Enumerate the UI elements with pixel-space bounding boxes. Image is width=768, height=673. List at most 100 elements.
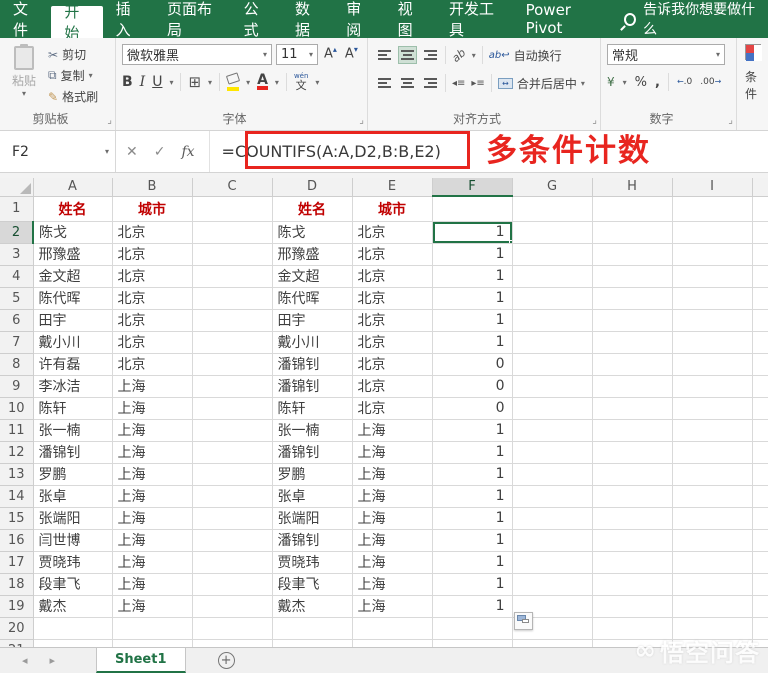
cell-D2[interactable]: 陈戈	[272, 221, 352, 243]
cell-G10[interactable]	[512, 397, 592, 419]
cell-C15[interactable]	[192, 507, 272, 529]
cell-I1[interactable]	[672, 196, 752, 221]
cell-G5[interactable]	[512, 287, 592, 309]
copy-button[interactable]: ⧉复制▾	[48, 67, 98, 84]
cell-A16[interactable]: 闫世博	[33, 529, 112, 551]
cell-F9[interactable]: 0	[432, 375, 512, 397]
ribbon-tab-Power Pivot[interactable]: Power Pivot	[513, 0, 612, 38]
cell-E8[interactable]: 北京	[352, 353, 432, 375]
cell-H9[interactable]	[592, 375, 672, 397]
cell-A14[interactable]: 张卓	[33, 485, 112, 507]
cell-D21[interactable]	[272, 639, 352, 647]
cell-G15[interactable]	[512, 507, 592, 529]
row-header-13[interactable]: 13	[0, 463, 33, 485]
cell-G16[interactable]	[512, 529, 592, 551]
enter-button[interactable]: ✓	[154, 144, 166, 160]
ribbon-tab-审阅[interactable]: 审阅	[333, 0, 384, 38]
row-header-3[interactable]: 3	[0, 243, 33, 265]
cell-I17[interactable]	[672, 551, 752, 573]
row-header-9[interactable]: 9	[0, 375, 33, 397]
cell-C17[interactable]	[192, 551, 272, 573]
cell-B14[interactable]: 上海	[112, 485, 192, 507]
cell-A8[interactable]: 许有磊	[33, 353, 112, 375]
cell-G21[interactable]	[512, 639, 592, 647]
cell-B11[interactable]: 上海	[112, 419, 192, 441]
align-center-button[interactable]	[399, 75, 416, 91]
cell-H15[interactable]	[592, 507, 672, 529]
cell-A11[interactable]: 张一楠	[33, 419, 112, 441]
cell-I19[interactable]	[672, 595, 752, 617]
cell-G6[interactable]	[512, 309, 592, 331]
cell-H10[interactable]	[592, 397, 672, 419]
cell-G3[interactable]	[512, 243, 592, 265]
cell-D14[interactable]: 张卓	[272, 485, 352, 507]
cell-D7[interactable]: 戴小川	[272, 331, 352, 353]
row-header-8[interactable]: 8	[0, 353, 33, 375]
borders-button[interactable]: ⊞	[188, 73, 201, 91]
cell-D1[interactable]: 姓名	[272, 196, 352, 221]
cell-H8[interactable]	[592, 353, 672, 375]
cell-B2[interactable]: 北京	[112, 221, 192, 243]
cell-C2[interactable]	[192, 221, 272, 243]
orientation-button[interactable]: ab	[449, 46, 468, 65]
cell-D4[interactable]: 金文超	[272, 265, 352, 287]
ribbon-tab-文件[interactable]: 文件	[0, 0, 51, 38]
cell-E2[interactable]: 北京	[352, 221, 432, 243]
number-format-combobox[interactable]: 常规▾	[607, 44, 725, 65]
cell-B12[interactable]: 上海	[112, 441, 192, 463]
row-header-5[interactable]: 5	[0, 287, 33, 309]
cell-I6[interactable]	[672, 309, 752, 331]
cell-A5[interactable]: 陈代晖	[33, 287, 112, 309]
cell-C18[interactable]	[192, 573, 272, 595]
font-size-combobox[interactable]: 11▾	[276, 44, 318, 65]
cell-F10[interactable]: 0	[432, 397, 512, 419]
cell-C16[interactable]	[192, 529, 272, 551]
cell-B8[interactable]: 北京	[112, 353, 192, 375]
ribbon-tab-插入[interactable]: 插入	[103, 0, 154, 38]
align-top-button[interactable]	[376, 47, 393, 63]
cell-G4[interactable]	[512, 265, 592, 287]
cell-E6[interactable]: 北京	[352, 309, 432, 331]
cell-I11[interactable]	[672, 419, 752, 441]
decrease-indent-button[interactable]: ◂≡	[452, 78, 465, 89]
fill-color-button[interactable]	[227, 74, 239, 91]
cell-B15[interactable]: 上海	[112, 507, 192, 529]
cell-G2[interactable]	[512, 221, 592, 243]
cell-F16[interactable]: 1	[432, 529, 512, 551]
ribbon-tab-视图[interactable]: 视图	[385, 0, 436, 38]
cell-D8[interactable]: 潘锦钊	[272, 353, 352, 375]
cell-A2[interactable]: 陈戈	[33, 221, 112, 243]
cell-H2[interactable]	[592, 221, 672, 243]
cell-H6[interactable]	[592, 309, 672, 331]
cell-D20[interactable]	[272, 617, 352, 639]
cell-C8[interactable]	[192, 353, 272, 375]
cell-B7[interactable]: 北京	[112, 331, 192, 353]
cell-A7[interactable]: 戴小川	[33, 331, 112, 353]
number-dialog-launcher[interactable]: ⌟	[728, 115, 733, 126]
row-header-14[interactable]: 14	[0, 485, 33, 507]
cell-B9[interactable]: 上海	[112, 375, 192, 397]
cell-D6[interactable]: 田宇	[272, 309, 352, 331]
name-box[interactable]: F2 ▾	[0, 131, 116, 172]
cell-F5[interactable]: 1	[432, 287, 512, 309]
cell-H14[interactable]	[592, 485, 672, 507]
cell-C1[interactable]	[192, 196, 272, 221]
cell-I5[interactable]	[672, 287, 752, 309]
cell-C14[interactable]	[192, 485, 272, 507]
cell-H5[interactable]	[592, 287, 672, 309]
cell-I14[interactable]	[672, 485, 752, 507]
phonetic-guide-button[interactable]: wén文	[294, 73, 308, 91]
row-header-12[interactable]: 12	[0, 441, 33, 463]
cell-D3[interactable]: 邢豫盛	[272, 243, 352, 265]
cell-H19[interactable]	[592, 595, 672, 617]
cell-C21[interactable]	[192, 639, 272, 647]
column-header-I[interactable]: I	[672, 178, 752, 196]
ribbon-tab-数据[interactable]: 数据	[282, 0, 333, 38]
row-header-6[interactable]: 6	[0, 309, 33, 331]
cell-G13[interactable]	[512, 463, 592, 485]
cell-F1[interactable]	[432, 196, 512, 221]
cell-A1[interactable]: 姓名	[33, 196, 112, 221]
cell-I16[interactable]	[672, 529, 752, 551]
cell-E20[interactable]	[352, 617, 432, 639]
cell-A3[interactable]: 邢豫盛	[33, 243, 112, 265]
